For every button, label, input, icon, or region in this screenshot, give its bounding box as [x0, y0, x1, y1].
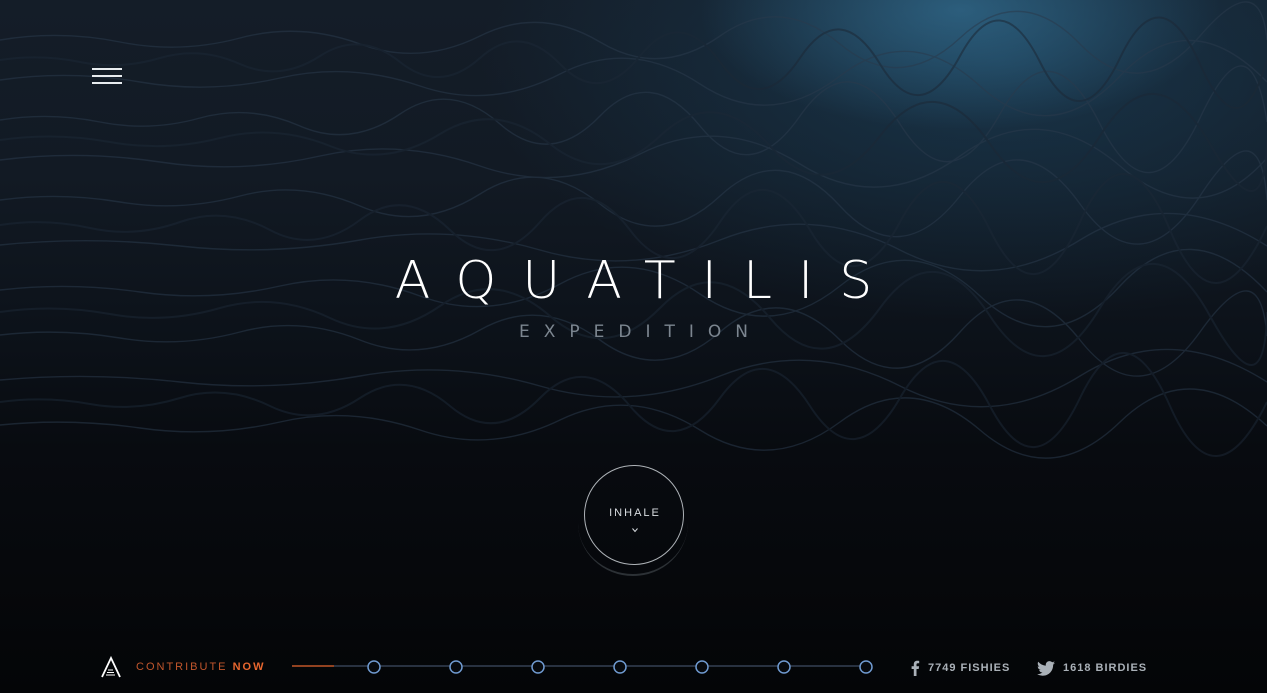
- page-subtitle: EXPEDITION: [519, 322, 762, 342]
- menu-icon-bar: [92, 75, 122, 77]
- timeline-step-4[interactable]: [613, 660, 627, 674]
- inhale-button[interactable]: INHALE: [584, 465, 684, 565]
- contribute-label: CONTRIBUTE: [136, 661, 233, 673]
- twitter-icon: [1037, 660, 1055, 676]
- facebook-share-link[interactable]: 7749 FISHIES: [910, 660, 1010, 676]
- timeline-step-5[interactable]: [695, 660, 709, 674]
- timeline-step-7[interactable]: [859, 660, 873, 674]
- timeline-step-6[interactable]: [777, 660, 791, 674]
- menu-button[interactable]: [92, 68, 122, 86]
- twitter-share-link[interactable]: 1618 BIRDIES: [1037, 660, 1147, 676]
- timeline-step-1[interactable]: [367, 660, 381, 674]
- menu-icon-bar: [92, 68, 122, 70]
- timeline-step-3[interactable]: [531, 660, 545, 674]
- footer-bar: CONTRIBUTE NOW 7749 FISHIES 1618 BIRDIES: [0, 640, 1267, 693]
- hero-stage: AQUATILIS EXPEDITION INHALE CONTRIBUTE N…: [0, 0, 1267, 693]
- contribute-now-link[interactable]: CONTRIBUTE NOW: [136, 661, 265, 673]
- chevron-down-icon: [632, 528, 638, 533]
- aquatilis-logo-icon[interactable]: [100, 656, 122, 678]
- page-title: AQUATILIS: [394, 251, 899, 311]
- contribute-now-label: NOW: [232, 661, 266, 673]
- twitter-count: 1618 BIRDIES: [1063, 662, 1148, 674]
- facebook-icon: [911, 660, 920, 676]
- menu-icon-bar: [92, 82, 122, 84]
- timeline-step-2[interactable]: [449, 660, 463, 674]
- facebook-count: 7749 FISHIES: [928, 662, 1011, 674]
- inhale-button-label: INHALE: [609, 507, 661, 519]
- expedition-timeline: [292, 660, 873, 674]
